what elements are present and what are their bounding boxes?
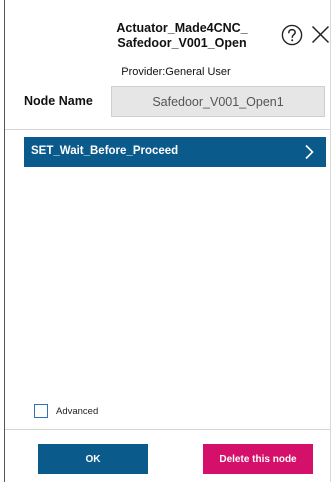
window-left-border — [4, 0, 5, 482]
list-item-set-wait-before-proceed[interactable]: SET_Wait_Before_Proceed — [24, 137, 326, 167]
node-name-input[interactable] — [111, 86, 325, 117]
node-name-label: Node Name — [24, 94, 93, 108]
window-right-border — [330, 0, 331, 482]
provider-text: Provider:General User — [121, 66, 231, 78]
advanced-checkbox[interactable] — [34, 404, 48, 418]
delete-node-button[interactable]: Delete this node — [203, 444, 313, 474]
advanced-label: Advanced — [56, 406, 99, 417]
dialog-title-line-1: Actuator_Made4CNC_ — [116, 21, 248, 35]
help-icon[interactable] — [281, 24, 303, 46]
divider-top — [5, 129, 330, 130]
dialog-title: Actuator_Made4CNC_ Safedoor_V001_Open — [100, 21, 264, 51]
ok-button[interactable]: OK — [38, 444, 148, 474]
dialog-title-line-2: Safedoor_V001_Open — [117, 36, 247, 50]
list-item-label: SET_Wait_Before_Proceed — [31, 145, 179, 157]
divider-bottom — [5, 429, 330, 430]
chevron-right-icon — [305, 144, 314, 160]
close-icon[interactable] — [311, 25, 330, 44]
